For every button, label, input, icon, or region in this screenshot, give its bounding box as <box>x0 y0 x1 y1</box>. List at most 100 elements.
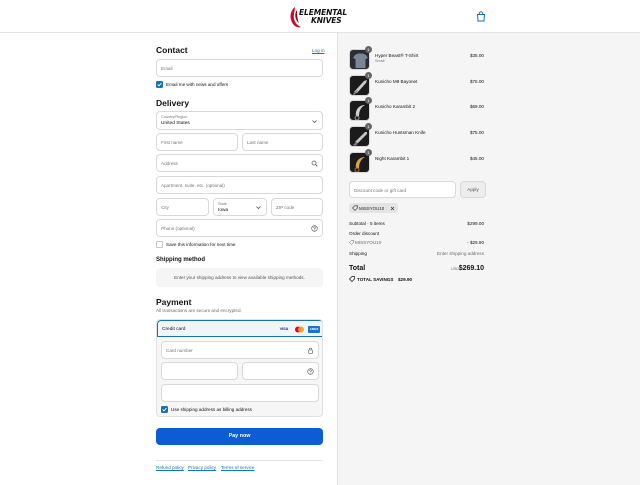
cart-item: 1 Kunicho M9 Bayonet $75.00 <box>349 72 484 97</box>
shipping-value: Enter shipping address <box>437 251 484 256</box>
item-name: Kunicho Huntsman Knife <box>375 130 426 135</box>
credit-card-label: Credit card <box>162 327 186 332</box>
discount-tag: MISSYOU10 <box>349 203 398 213</box>
newsletter-label: Email me with news and offers <box>166 82 229 87</box>
first-name-field[interactable]: First name <box>156 133 238 151</box>
discount-code-placeholder: Discount code or gift card <box>354 188 407 193</box>
last-name-field[interactable]: Last name <box>242 133 323 151</box>
total-savings-value: $29.90 <box>398 277 413 282</box>
tag-icon <box>349 240 354 245</box>
amex-icon: AMEX <box>308 326 320 333</box>
item-price: $35.00 <box>469 53 484 58</box>
security-code-field[interactable] <box>242 362 319 380</box>
country-value: United States <box>161 121 190 126</box>
address-placeholder: Address <box>161 161 178 166</box>
knife-image <box>353 132 367 146</box>
country-select[interactable]: Country/Region United States <box>156 111 323 130</box>
zip-placeholder: ZIP code <box>276 205 295 210</box>
knife-image <box>353 80 367 95</box>
billing-address-label: Use shipping address as billing address <box>171 407 252 412</box>
close-icon[interactable] <box>390 206 395 211</box>
card-number-placeholder: Card number <box>166 348 193 353</box>
terms-of-service-link[interactable]: Terms of service <box>221 465 254 470</box>
expiration-date-field[interactable] <box>161 362 238 380</box>
mastercard-icon <box>295 326 304 333</box>
billing-address-checkbox[interactable] <box>161 406 168 413</box>
shipping-label: Shipping <box>349 251 367 256</box>
visa-icon: VISA <box>279 327 289 331</box>
cart-item: 1 Night Karambit 1 $45.00 <box>349 149 484 174</box>
address-field[interactable]: Address <box>156 154 323 172</box>
payment-title: Payment <box>156 297 192 307</box>
help-circle-icon[interactable] <box>307 368 314 375</box>
apply-discount-button[interactable]: Apply <box>460 181 486 198</box>
delivery-title: Delivery <box>156 98 190 108</box>
login-link[interactable]: Log in <box>312 48 325 53</box>
brand-wordmark: ELEMENTAL KNIVES <box>299 9 347 24</box>
subtotal-value: $299.00 <box>467 221 484 226</box>
savings-tag-icon <box>349 276 355 282</box>
item-name: Night Karambit 1 <box>375 156 410 161</box>
save-info-label: Save this information for next time <box>166 242 236 247</box>
check-icon <box>162 407 167 412</box>
shopping-bag-icon[interactable] <box>476 11 486 22</box>
header: ELEMENTAL KNIVES <box>0 0 640 33</box>
brand-line2: KNIVES <box>311 15 342 25</box>
shipping-method-message: Enter your shipping address to view avai… <box>174 275 305 280</box>
country-label: Country/Region <box>161 115 188 119</box>
item-price: $75.00 <box>469 130 484 135</box>
card-number-field[interactable]: Card number <box>161 341 319 359</box>
payment-subtitle: All transactions are secure and encrypte… <box>156 308 242 313</box>
help-circle-icon[interactable] <box>311 225 318 232</box>
order-discount-value: - $29.90 <box>467 240 484 245</box>
first-name-placeholder: First name <box>161 140 183 145</box>
total-savings-label: TOTAL SAVINGS <box>357 277 394 282</box>
shipping-method-title: Shipping method <box>156 257 205 263</box>
save-info-checkbox[interactable] <box>156 241 163 248</box>
item-variant: Small <box>375 59 385 63</box>
refund-policy-link[interactable]: Refund policy <box>156 465 184 470</box>
state-label: State <box>218 202 227 206</box>
city-placeholder: City <box>161 205 169 210</box>
privacy-policy-link[interactable]: Privacy policy <box>188 465 216 470</box>
item-name: Hyper Beast® T-Shirt <box>375 53 419 58</box>
apartment-field[interactable]: Apartment, suite, etc. (optional) <box>156 176 323 194</box>
credit-card-option[interactable]: Credit card VISA AMEX <box>157 320 322 337</box>
quantity-badge: 1 <box>365 97 372 104</box>
apartment-placeholder: Apartment, suite, etc. (optional) <box>161 183 225 188</box>
quantity-badge: 1 <box>365 46 372 53</box>
payment-method-card: Credit card VISA AMEX Card number Use sh… <box>156 319 323 417</box>
last-name-placeholder: Last name <box>247 140 269 145</box>
state-select[interactable]: State Iowa <box>213 198 267 216</box>
tag-icon <box>352 205 358 211</box>
order-discount-label: Order discount <box>349 231 380 236</box>
zip-field[interactable]: ZIP code <box>271 198 323 216</box>
karambit-image <box>354 157 365 172</box>
discount-tag-code: MISSYOU10 <box>359 205 385 211</box>
chevron-down-icon <box>256 206 261 210</box>
footer-divider <box>156 460 323 461</box>
discount-code-field[interactable]: Discount code or gift card <box>349 181 456 198</box>
cart-item: 1 Kunicho Huntsman Knife $75.00 <box>349 123 484 148</box>
phone-field[interactable]: Phone (optional) <box>156 219 323 237</box>
item-name: Kunicho M9 Bayonet <box>375 79 418 84</box>
quantity-badge: 1 <box>365 149 372 156</box>
quantity-badge: 1 <box>365 72 372 79</box>
item-name: Kunicho Karambit 2 <box>375 104 416 109</box>
phone-placeholder: Phone (optional) <box>161 226 195 231</box>
check-icon <box>157 82 162 87</box>
newsletter-checkbox[interactable] <box>156 81 163 88</box>
name-on-card-field[interactable] <box>161 384 319 402</box>
cart-item: 1 Hyper Beast® T-Shirt Small $35.00 <box>349 46 484 71</box>
city-field[interactable]: City <box>156 198 209 216</box>
email-placeholder: Email <box>161 66 173 71</box>
item-price: $69.00 <box>469 104 484 109</box>
order-discount-code: MISSYOU10 <box>355 240 382 245</box>
state-value: Iowa <box>218 208 229 213</box>
email-field[interactable]: Email <box>156 59 323 77</box>
chevron-down-icon <box>312 120 317 124</box>
brand-logo[interactable]: ELEMENTAL KNIVES <box>289 6 353 28</box>
cart-item: 1 Kunicho Karambit 2 $69.00 <box>349 97 484 122</box>
total-label: Total <box>349 265 366 272</box>
pay-now-button[interactable]: Pay now <box>156 428 323 445</box>
